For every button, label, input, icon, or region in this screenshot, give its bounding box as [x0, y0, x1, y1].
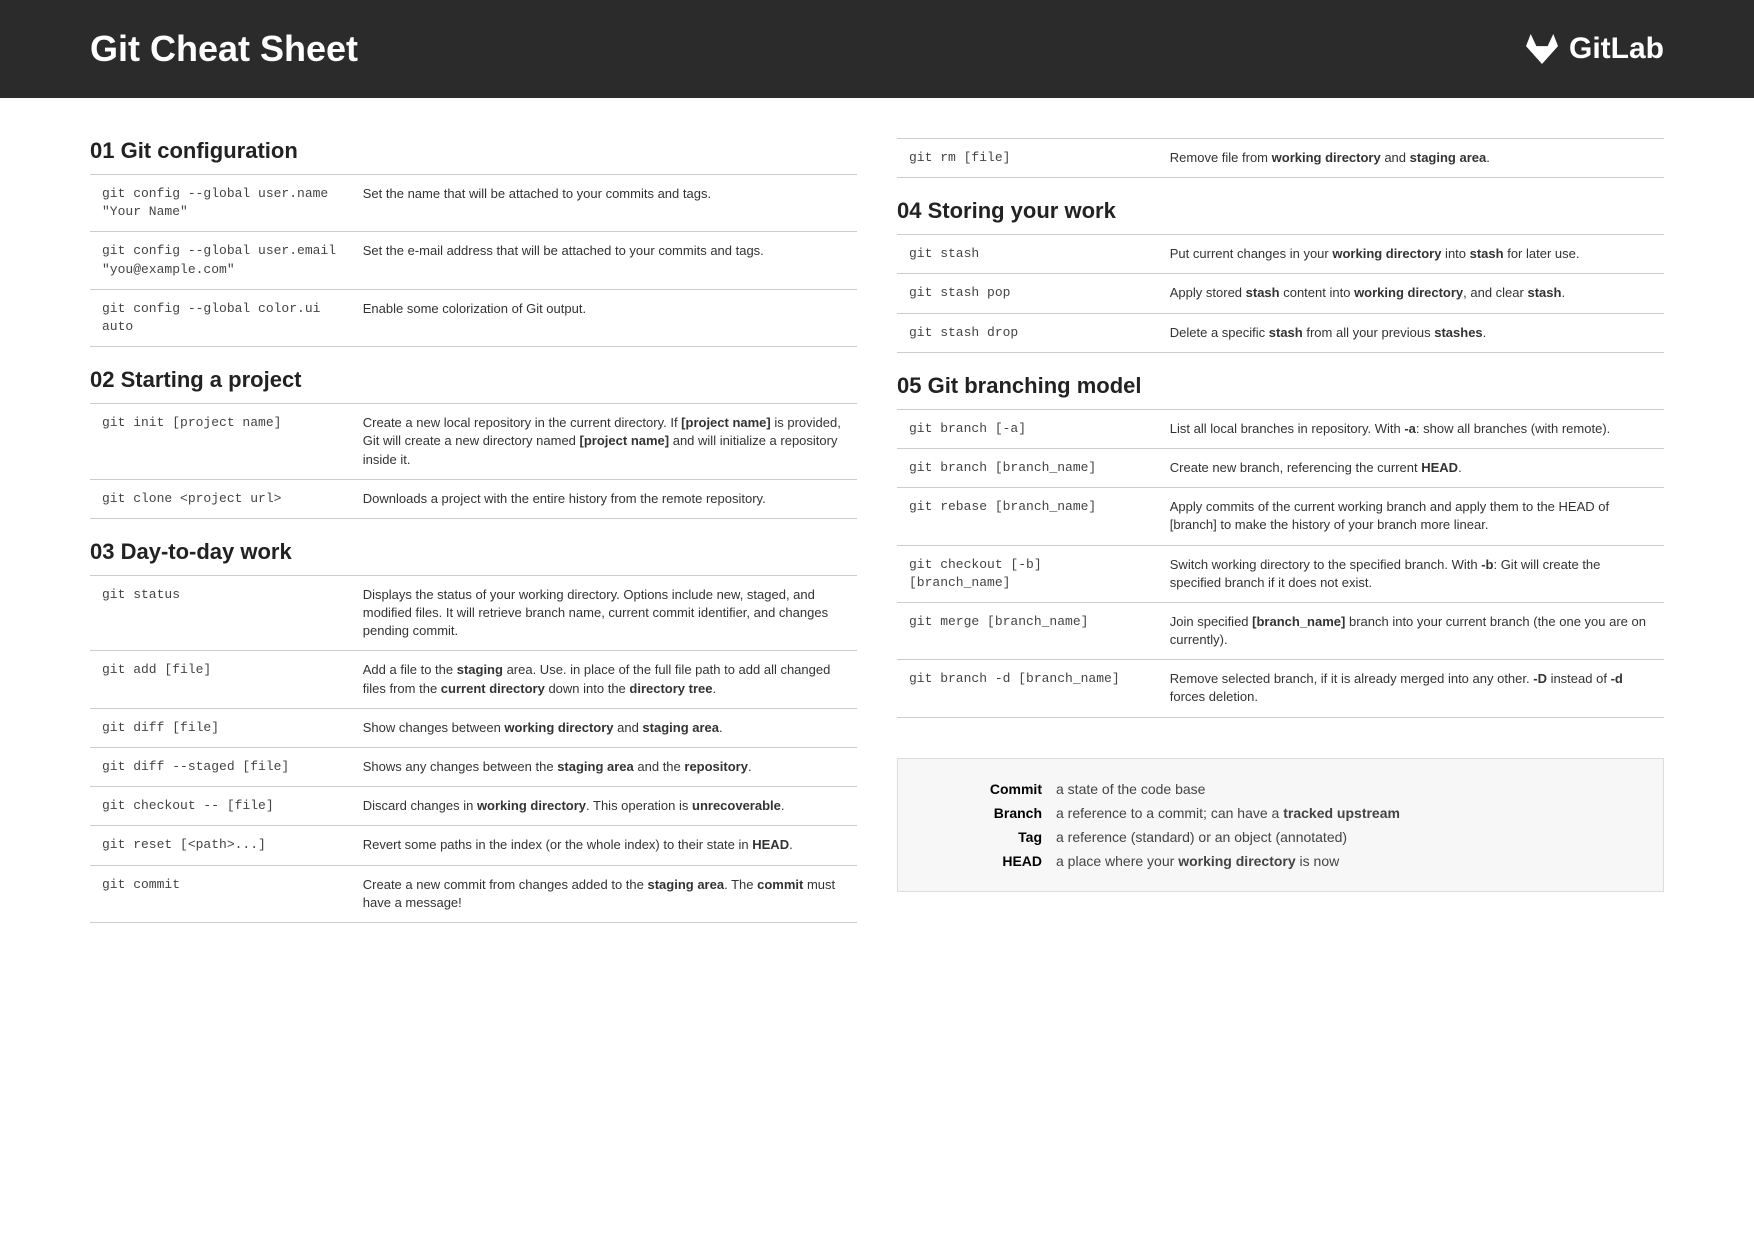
table-row: git add [file]Add a file to the staging …: [90, 651, 857, 708]
table-row: git init [project name]Create a new loca…: [90, 404, 857, 480]
description-cell: Set the name that will be attached to yo…: [351, 175, 857, 232]
description-cell: Set the e-mail address that will be atta…: [351, 232, 857, 289]
command-cell: git stash drop: [897, 313, 1158, 352]
table-row: git rm [file]Remove file from working di…: [897, 139, 1664, 178]
description-cell: Enable some colorization of Git output.: [351, 289, 857, 346]
glossary-row: HEAD a place where your working directory…: [922, 849, 1639, 873]
brand: GitLab: [1525, 32, 1664, 66]
table-03b: git rm [file]Remove file from working di…: [897, 138, 1664, 178]
description-cell: List all local branches in repository. W…: [1158, 409, 1664, 448]
command-cell: git branch [-a]: [897, 409, 1158, 448]
glossary-term: Tag: [922, 829, 1042, 845]
table-row: git statusDisplays the status of your wo…: [90, 575, 857, 651]
right-column: git rm [file]Remove file from working di…: [897, 138, 1664, 923]
table-row: git stash popApply stored stash content …: [897, 274, 1664, 313]
command-cell: git clone <project url>: [90, 479, 351, 518]
table-row: git branch [branch_name]Create new branc…: [897, 448, 1664, 487]
description-cell: Downloads a project with the entire hist…: [351, 479, 857, 518]
description-cell: Delete a specific stash from all your pr…: [1158, 313, 1664, 352]
command-cell: git branch [branch_name]: [897, 448, 1158, 487]
left-column: 01 Git configuration git config --global…: [90, 138, 857, 923]
command-cell: git reset [<path>...]: [90, 826, 351, 865]
table-row: git config --global color.ui autoEnable …: [90, 289, 857, 346]
glossary-def: a reference (standard) or an object (ann…: [1056, 829, 1639, 845]
description-cell: Remove selected branch, if it is already…: [1158, 660, 1664, 717]
gitlab-logo-icon: [1525, 33, 1559, 65]
table-row: git branch [-a]List all local branches i…: [897, 409, 1664, 448]
table-row: git diff [file]Show changes between work…: [90, 708, 857, 747]
content: 01 Git configuration git config --global…: [0, 98, 1754, 953]
command-cell: git add [file]: [90, 651, 351, 708]
description-cell: Remove file from working directory and s…: [1158, 139, 1664, 178]
description-cell: Switch working directory to the specifie…: [1158, 545, 1664, 602]
command-cell: git status: [90, 575, 351, 651]
section-title-01: 01 Git configuration: [90, 138, 857, 164]
table-row: git config --global user.email "you@exam…: [90, 232, 857, 289]
description-cell: Shows any changes between the staging ar…: [351, 748, 857, 787]
description-cell: Create new branch, referencing the curre…: [1158, 448, 1664, 487]
section-title-03: 03 Day-to-day work: [90, 539, 857, 565]
command-cell: git rebase [branch_name]: [897, 488, 1158, 545]
glossary-def: a place where your working directory is …: [1056, 853, 1639, 869]
table-01: git config --global user.name "Your Name…: [90, 174, 857, 347]
command-cell: git stash: [897, 235, 1158, 274]
command-cell: git checkout -- [file]: [90, 787, 351, 826]
command-cell: git merge [branch_name]: [897, 602, 1158, 659]
description-cell: Add a file to the staging area. Use. in …: [351, 651, 857, 708]
glossary-def: a reference to a commit; can have a trac…: [1056, 805, 1639, 821]
table-row: git merge [branch_name]Join specified [b…: [897, 602, 1664, 659]
section-title-02: 02 Starting a project: [90, 367, 857, 393]
command-cell: git diff --staged [file]: [90, 748, 351, 787]
glossary-row: Tag a reference (standard) or an object (…: [922, 825, 1639, 849]
command-cell: git init [project name]: [90, 404, 351, 480]
glossary-term: Commit: [922, 781, 1042, 797]
command-cell: git config --global color.ui auto: [90, 289, 351, 346]
description-cell: Apply commits of the current working bra…: [1158, 488, 1664, 545]
command-cell: git diff [file]: [90, 708, 351, 747]
header: Git Cheat Sheet GitLab: [0, 0, 1754, 98]
glossary: Commit a state of the code base Branch a re…: [897, 758, 1664, 892]
description-cell: Discard changes in working directory. Th…: [351, 787, 857, 826]
table-04: git stashPut current changes in your wor…: [897, 234, 1664, 353]
glossary-term: Branch: [922, 805, 1042, 821]
table-row: git commitCreate a new commit from chang…: [90, 865, 857, 922]
table-row: git stash dropDelete a specific stash fr…: [897, 313, 1664, 352]
description-cell: Create a new commit from changes added t…: [351, 865, 857, 922]
description-cell: Displays the status of your working dire…: [351, 575, 857, 651]
description-cell: Show changes between working directory a…: [351, 708, 857, 747]
command-cell: git rm [file]: [897, 139, 1158, 178]
glossary-row: Commit a state of the code base: [922, 777, 1639, 801]
description-cell: Join specified [branch_name] branch into…: [1158, 602, 1664, 659]
command-cell: git branch -d [branch_name]: [897, 660, 1158, 717]
glossary-term: HEAD: [922, 853, 1042, 869]
description-cell: Create a new local repository in the cur…: [351, 404, 857, 480]
description-cell: Apply stored stash content into working …: [1158, 274, 1664, 313]
table-row: git reset [<path>...]Revert some paths i…: [90, 826, 857, 865]
table-row: git rebase [branch_name]Apply commits of…: [897, 488, 1664, 545]
command-cell: git config --global user.name "Your Name…: [90, 175, 351, 232]
table-row: git checkout -- [file]Discard changes in…: [90, 787, 857, 826]
glossary-row: Branch a reference to a commit; can have …: [922, 801, 1639, 825]
glossary-def: a state of the code base: [1056, 781, 1639, 797]
section-title-05: 05 Git branching model: [897, 373, 1664, 399]
page-title: Git Cheat Sheet: [90, 28, 358, 70]
table-row: git checkout [-b] [branch_name]Switch wo…: [897, 545, 1664, 602]
table-row: git diff --staged [file]Shows any change…: [90, 748, 857, 787]
table-row: git config --global user.name "Your Name…: [90, 175, 857, 232]
command-cell: git config --global user.email "you@exam…: [90, 232, 351, 289]
table-row: git stashPut current changes in your wor…: [897, 235, 1664, 274]
section-title-04: 04 Storing your work: [897, 198, 1664, 224]
table-05: git branch [-a]List all local branches i…: [897, 409, 1664, 718]
description-cell: Revert some paths in the index (or the w…: [351, 826, 857, 865]
brand-text: GitLab: [1569, 32, 1664, 66]
table-03: git statusDisplays the status of your wo…: [90, 575, 857, 923]
command-cell: git stash pop: [897, 274, 1158, 313]
table-02: git init [project name]Create a new loca…: [90, 403, 857, 519]
command-cell: git checkout [-b] [branch_name]: [897, 545, 1158, 602]
table-row: git branch -d [branch_name]Remove select…: [897, 660, 1664, 717]
description-cell: Put current changes in your working dire…: [1158, 235, 1664, 274]
command-cell: git commit: [90, 865, 351, 922]
table-row: git clone <project url>Downloads a proje…: [90, 479, 857, 518]
